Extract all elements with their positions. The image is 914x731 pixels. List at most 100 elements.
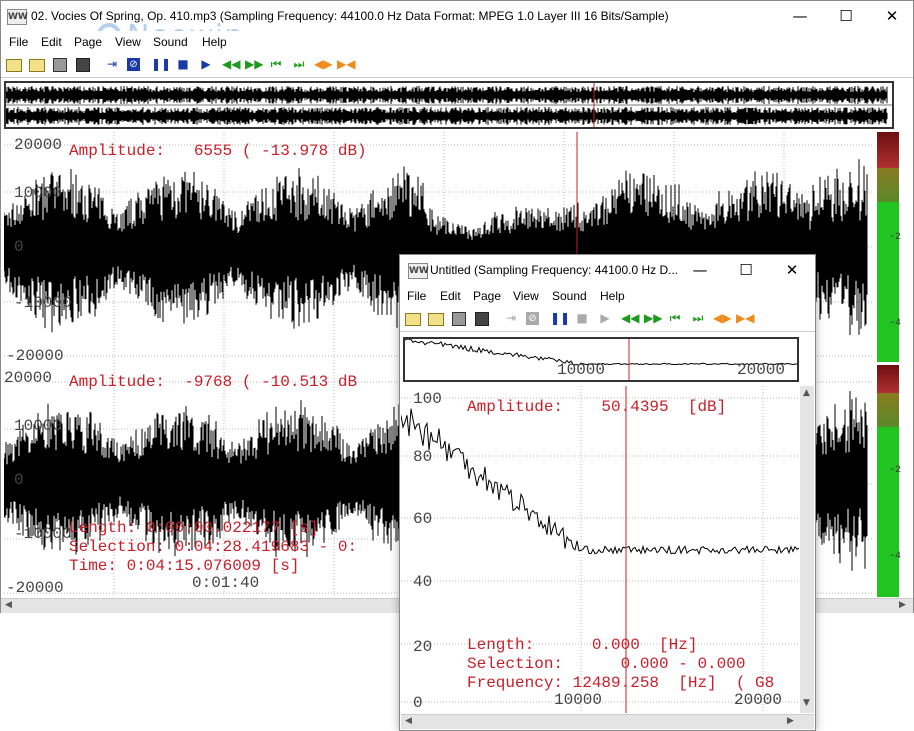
- vu1-olive-segment: [877, 168, 899, 202]
- scroll-left-arrow-icon[interactable]: ◀: [5, 600, 12, 610]
- spectrum-toolbar: ⇥ ⊘ ❚❚ ■ ▶ ◀◀ ▶▶ ⏮ ⏭ ◀▶ ▶◀: [400, 307, 815, 332]
- spectrum-zoom-in-icon[interactable]: ◀▶: [713, 310, 731, 326]
- spectrum-menu-help[interactable]: Help: [600, 289, 625, 303]
- spov-x-label-10000: 10000: [557, 361, 606, 379]
- spov-x-label-20000: 20000: [737, 361, 786, 379]
- spectrum-menu-edit[interactable]: Edit: [440, 289, 461, 303]
- skip-end-icon[interactable]: ⏭: [291, 56, 307, 72]
- spectrum-play-icon[interactable]: ▶: [597, 310, 613, 326]
- spectrum-plot[interactable]: 100 80 60 40 20 0 10000 20000 Amplitude:…: [401, 386, 799, 713]
- main-menu-bar: File Edit Page View Sound Help: [1, 31, 913, 53]
- vu1-red-segment: [877, 132, 899, 168]
- stop-icon[interactable]: ■: [175, 56, 191, 72]
- ch2-amplitude-readout: Amplitude: -9768 ( -10.513 dB: [69, 373, 358, 391]
- maximize-button[interactable]: ☐: [823, 1, 869, 31]
- vu2-red-segment: [877, 365, 899, 393]
- spectrum-jump-to-cursor-icon[interactable]: ⇥: [503, 310, 519, 326]
- sp-x-label-20000: 20000: [734, 691, 783, 709]
- close-button[interactable]: ✕: [869, 1, 914, 31]
- spectrum-window-title: Untitled (Sampling Frequency: 44100.0 Hz…: [430, 263, 679, 277]
- spectrum-title-bar[interactable]: WW Untitled (Sampling Frequency: 44100.0…: [400, 255, 815, 285]
- sp-y-label-40: 40: [413, 573, 433, 591]
- jump-to-cursor-icon[interactable]: ⇥: [104, 56, 120, 72]
- sp-y-label-0: 0: [413, 694, 423, 712]
- vu2-olive-segment: [877, 393, 899, 427]
- rewind-icon[interactable]: ◀◀: [222, 56, 240, 72]
- spectrum-menu-page[interactable]: Page: [473, 289, 501, 303]
- spectrum-loop-icon[interactable]: ⊘: [526, 312, 539, 325]
- ch1-y-label-20000: 20000: [14, 136, 63, 154]
- spectrum-horizontal-scrollbar[interactable]: ◀ ▶: [401, 714, 814, 729]
- spectrum-save-as-icon[interactable]: [475, 312, 489, 326]
- open-folder-icon[interactable]: [6, 59, 22, 72]
- spectrum-zoom-out-icon[interactable]: ▶◀: [736, 310, 754, 326]
- ch2-y-label-0: 0: [14, 471, 24, 489]
- overview-waveform: [5, 83, 892, 127]
- menu-file[interactable]: File: [9, 35, 28, 49]
- spectrum-menu-file[interactable]: File: [407, 289, 426, 303]
- vu-meter-channel2: -2 -4: [877, 365, 902, 597]
- wavewindow-app-icon: WW: [7, 9, 28, 25]
- ch1-y-label-0: 0: [14, 238, 24, 256]
- spectrum-menu-view[interactable]: View: [513, 289, 539, 303]
- spectrum-maximize-button[interactable]: ☐: [723, 255, 769, 285]
- open-recent-icon[interactable]: [29, 59, 45, 72]
- spectrum-scroll-down-arrow-icon[interactable]: ▼: [803, 698, 810, 708]
- ch1-amplitude-readout: Amplitude: 6555 ( -13.978 dB): [69, 142, 367, 160]
- vu-meter-channel1: -2 -4: [877, 132, 902, 362]
- spectrum-frequency-readout: Frequency: 12489.258 [Hz] ( G8: [467, 674, 775, 692]
- spectrum-skip-start-icon[interactable]: ⏮: [667, 310, 683, 326]
- ch2-y-label-neg20000: -20000: [6, 579, 64, 597]
- vu1-label-a: -2: [889, 232, 902, 243]
- vu1-green-segment: [877, 202, 899, 362]
- spectrum-scroll-up-arrow-icon[interactable]: ▲: [803, 388, 810, 398]
- spectrum-vertical-scrollbar[interactable]: ▲ ▼: [800, 386, 814, 713]
- scroll-right-arrow-icon[interactable]: ▶: [899, 600, 906, 610]
- spectrum-rewind-icon[interactable]: ◀◀: [621, 310, 639, 326]
- ch1-y-label-neg10000: -10000: [14, 294, 72, 312]
- spectrum-selection-readout: Selection: 0.000 - 0.000: [467, 655, 746, 673]
- waveform-overview[interactable]: [4, 81, 894, 129]
- spectrum-skip-end-icon[interactable]: ⏭: [690, 310, 706, 326]
- save-disk-icon[interactable]: [53, 58, 67, 72]
- spectrum-length-readout: Length: 0.000 [Hz]: [467, 636, 698, 654]
- zoom-out-icon[interactable]: ▶◀: [337, 56, 355, 72]
- sp-curve-path: [401, 408, 799, 556]
- vu2-green-segment: [877, 427, 899, 597]
- spectrum-open-recent-icon[interactable]: [428, 313, 444, 326]
- spectrum-pause-icon[interactable]: ❚❚: [550, 310, 570, 326]
- zoom-in-icon[interactable]: ◀▶: [314, 56, 332, 72]
- spectrum-fast-forward-icon[interactable]: ▶▶: [644, 310, 662, 326]
- menu-sound[interactable]: Sound: [153, 35, 188, 49]
- spectrum-stop-icon[interactable]: ■: [574, 310, 590, 326]
- spectrum-amplitude-readout: Amplitude: 50.4395 [dB]: [467, 398, 727, 416]
- spectrum-window: WW Untitled (Sampling Frequency: 44100.0…: [399, 254, 816, 731]
- menu-help[interactable]: Help: [202, 35, 227, 49]
- spectrum-menu-sound[interactable]: Sound: [552, 289, 587, 303]
- skip-start-icon[interactable]: ⏮: [268, 56, 284, 72]
- sp-y-label-100: 100: [413, 390, 442, 408]
- spectrum-app-icon: WW: [408, 263, 429, 279]
- spectrum-minimize-button[interactable]: —: [677, 255, 723, 285]
- sp-y-label-60: 60: [413, 510, 433, 528]
- ch2-time-readout: Time: 0:04:15.076009 [s]: [69, 557, 300, 575]
- spectrum-overview[interactable]: 10000 20000: [403, 337, 799, 382]
- ch2-y-label-10000: 10000: [14, 417, 63, 435]
- spectrum-scroll-right-arrow-icon[interactable]: ▶: [787, 716, 794, 726]
- vu2-label-a: -2: [889, 465, 902, 476]
- spectrum-close-button[interactable]: ✕: [769, 255, 815, 285]
- play-icon[interactable]: ▶: [198, 56, 214, 72]
- menu-page[interactable]: Page: [74, 35, 102, 49]
- save-as-icon[interactable]: [76, 58, 90, 72]
- spectrum-save-disk-icon[interactable]: [452, 312, 466, 326]
- minimize-button[interactable]: —: [777, 1, 823, 31]
- ch2-selection-readout: Selection: 0:04:28.419683 - 0:: [69, 538, 358, 556]
- spectrum-scroll-left-arrow-icon[interactable]: ◀: [405, 716, 412, 726]
- loop-icon[interactable]: ⊘: [127, 58, 140, 71]
- fast-forward-icon[interactable]: ▶▶: [245, 56, 263, 72]
- ch2-y-label-neg10000: -10000: [14, 525, 72, 543]
- spectrum-open-folder-icon[interactable]: [405, 313, 421, 326]
- menu-edit[interactable]: Edit: [41, 35, 62, 49]
- pause-icon[interactable]: ❚❚: [151, 56, 171, 72]
- menu-view[interactable]: View: [115, 35, 141, 49]
